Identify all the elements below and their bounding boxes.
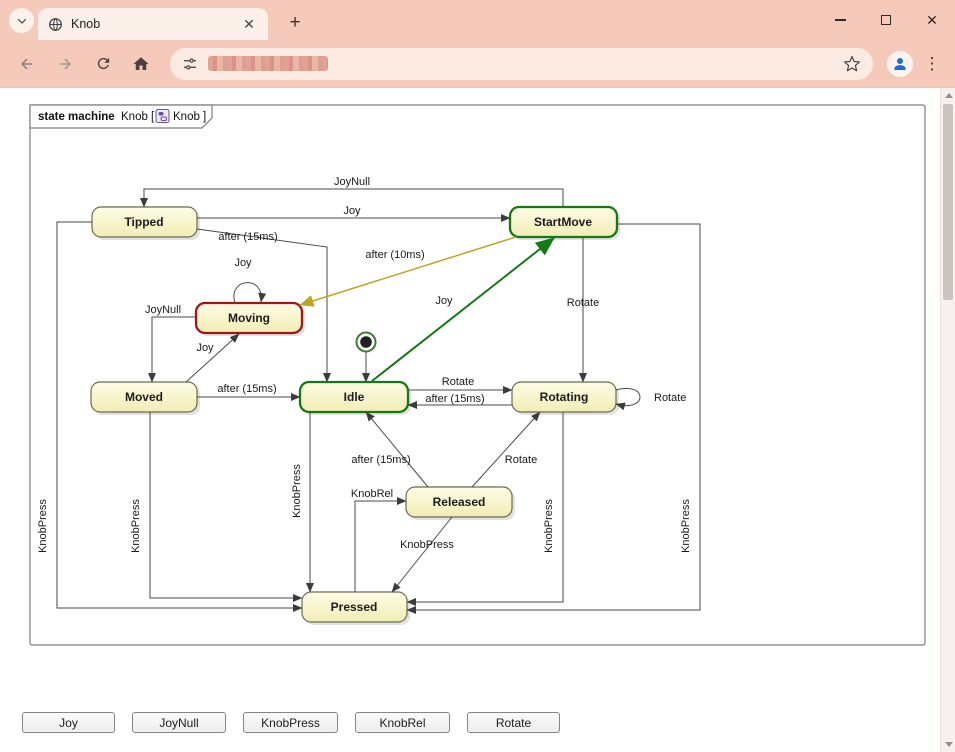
event-button-joy[interactable]: Joy (22, 712, 115, 733)
svg-text:Tipped: Tipped (124, 215, 163, 229)
frame-name: Knob [ (121, 111, 155, 123)
transition-joy-moving-self (234, 283, 261, 303)
transition-knobpress-released-pressed (392, 517, 452, 592)
back-arrow-icon (18, 55, 36, 73)
transition-label: Joy (196, 342, 214, 354)
frame-keyword: state machine (38, 111, 115, 123)
transition-knobpress-moved-pressed (150, 412, 302, 598)
forward-arrow-icon (56, 55, 74, 73)
maximize-icon (881, 15, 891, 25)
transition-label: after (15ms) (351, 454, 410, 466)
address-bar[interactable] (170, 48, 873, 80)
state-machine-diagram: state machine Knob [ Knob ] Tipped Start… (0, 88, 955, 752)
window-controls: ✕ (817, 0, 955, 40)
state-tipped: Tipped (92, 207, 200, 240)
event-button-rotate[interactable]: Rotate (467, 712, 560, 733)
statemachine-diagram-icon (156, 110, 169, 123)
svg-text:Pressed: Pressed (331, 600, 378, 614)
state-startmove: StartMove (510, 207, 620, 240)
transition-label: Joy (435, 295, 453, 307)
tab-title: Knob (71, 17, 232, 31)
tab-strip: Knob ✕ + ✕ (0, 0, 955, 40)
state-idle: Idle (300, 382, 411, 415)
transition-label: KnobPress (680, 499, 692, 553)
svg-text:Moving: Moving (228, 311, 270, 325)
scrollbar-thumb[interactable] (943, 104, 953, 300)
scroll-up-icon (945, 93, 953, 98)
svg-text:Moved: Moved (125, 390, 163, 404)
transition-label: KnobRel (351, 488, 393, 500)
initial-state (357, 333, 376, 383)
svg-text:StartMove: StartMove (534, 215, 592, 229)
vertical-scrollbar[interactable] (940, 88, 955, 752)
profile-avatar[interactable] (887, 51, 913, 77)
transition-label: KnobPress (37, 499, 49, 553)
transition-label: KnobPress (130, 499, 142, 553)
transition-rotate-released-rotating (472, 412, 540, 487)
close-button[interactable]: ✕ (909, 0, 955, 40)
minimize-button[interactable] (817, 0, 863, 40)
close-icon: ✕ (926, 13, 938, 27)
back-button[interactable] (10, 47, 44, 81)
transition-knobrel-pressed-released (355, 501, 406, 592)
reload-icon (95, 55, 112, 72)
transition-joynull-moving-moved (152, 317, 196, 382)
transition-after10-startmove-moving (300, 237, 516, 305)
browser-window: Knob ✕ + ✕ (0, 0, 955, 752)
transition-label: Rotate (505, 454, 537, 466)
redacted-url (208, 56, 328, 71)
reload-button[interactable] (86, 47, 120, 81)
frame-ref: Knob ] (173, 111, 206, 123)
event-buttons: Joy JoyNull KnobPress KnobRel Rotate (22, 712, 560, 733)
bookmark-star-icon[interactable] (843, 55, 861, 73)
svg-text:Released: Released (433, 495, 486, 509)
event-button-knobpress[interactable]: KnobPress (243, 712, 338, 733)
state-moving: Moving (196, 303, 305, 336)
transition-label: JoyNull (334, 176, 370, 188)
svg-text:Rotating: Rotating (540, 390, 589, 404)
scrollbar-up-button[interactable] (941, 88, 955, 103)
transition-label: after (15ms) (218, 231, 277, 243)
event-button-knobrel[interactable]: KnobRel (355, 712, 450, 733)
browser-toolbar: ⋮ (0, 40, 955, 88)
transition-label: KnobPress (543, 499, 555, 553)
transition-label: KnobPress (400, 539, 454, 551)
maximize-button[interactable] (863, 0, 909, 40)
tab-close-icon[interactable]: ✕ (240, 15, 258, 33)
forward-button[interactable] (48, 47, 82, 81)
state-pressed: Pressed (302, 592, 410, 625)
transition-label: after (10ms) (365, 249, 424, 261)
transition-label: Rotate (442, 376, 474, 388)
chevron-down-icon (16, 15, 28, 27)
transition-after15-released-idle (366, 412, 428, 487)
transition-label: JoyNull (145, 304, 181, 316)
minimize-icon (835, 19, 846, 21)
person-icon (891, 55, 909, 73)
browser-menu-icon[interactable]: ⋮ (917, 47, 947, 81)
transition-label: after (15ms) (217, 383, 276, 395)
new-tab-button[interactable]: + (282, 10, 308, 36)
site-info-tune-icon (182, 56, 198, 72)
transition-label: Rotate (654, 392, 686, 404)
transition-label: Joy (234, 257, 252, 269)
state-released: Released (406, 487, 515, 520)
event-button-joynull[interactable]: JoyNull (132, 712, 226, 733)
transition-label: Joy (343, 205, 361, 217)
transition-label: KnobPress (291, 464, 303, 518)
browser-tab-knob[interactable]: Knob ✕ (38, 8, 268, 40)
svg-text:Idle: Idle (344, 390, 365, 404)
home-button[interactable] (124, 47, 158, 81)
diagram-frame: state machine Knob [ Knob ] (30, 105, 925, 645)
tab-search-button[interactable] (9, 8, 34, 33)
page-content: state machine Knob [ Knob ] Tipped Start… (0, 88, 955, 752)
transition-rotate-rotating-self (616, 388, 640, 405)
globe-favicon-icon (48, 17, 63, 32)
scrollbar-down-button[interactable] (941, 737, 955, 752)
transition-label: Rotate (567, 297, 599, 309)
transition-label: after (15ms) (425, 393, 484, 405)
state-moved: Moved (91, 382, 200, 415)
home-icon (132, 55, 150, 73)
state-rotating: Rotating (512, 382, 619, 415)
scroll-down-icon (945, 742, 953, 747)
